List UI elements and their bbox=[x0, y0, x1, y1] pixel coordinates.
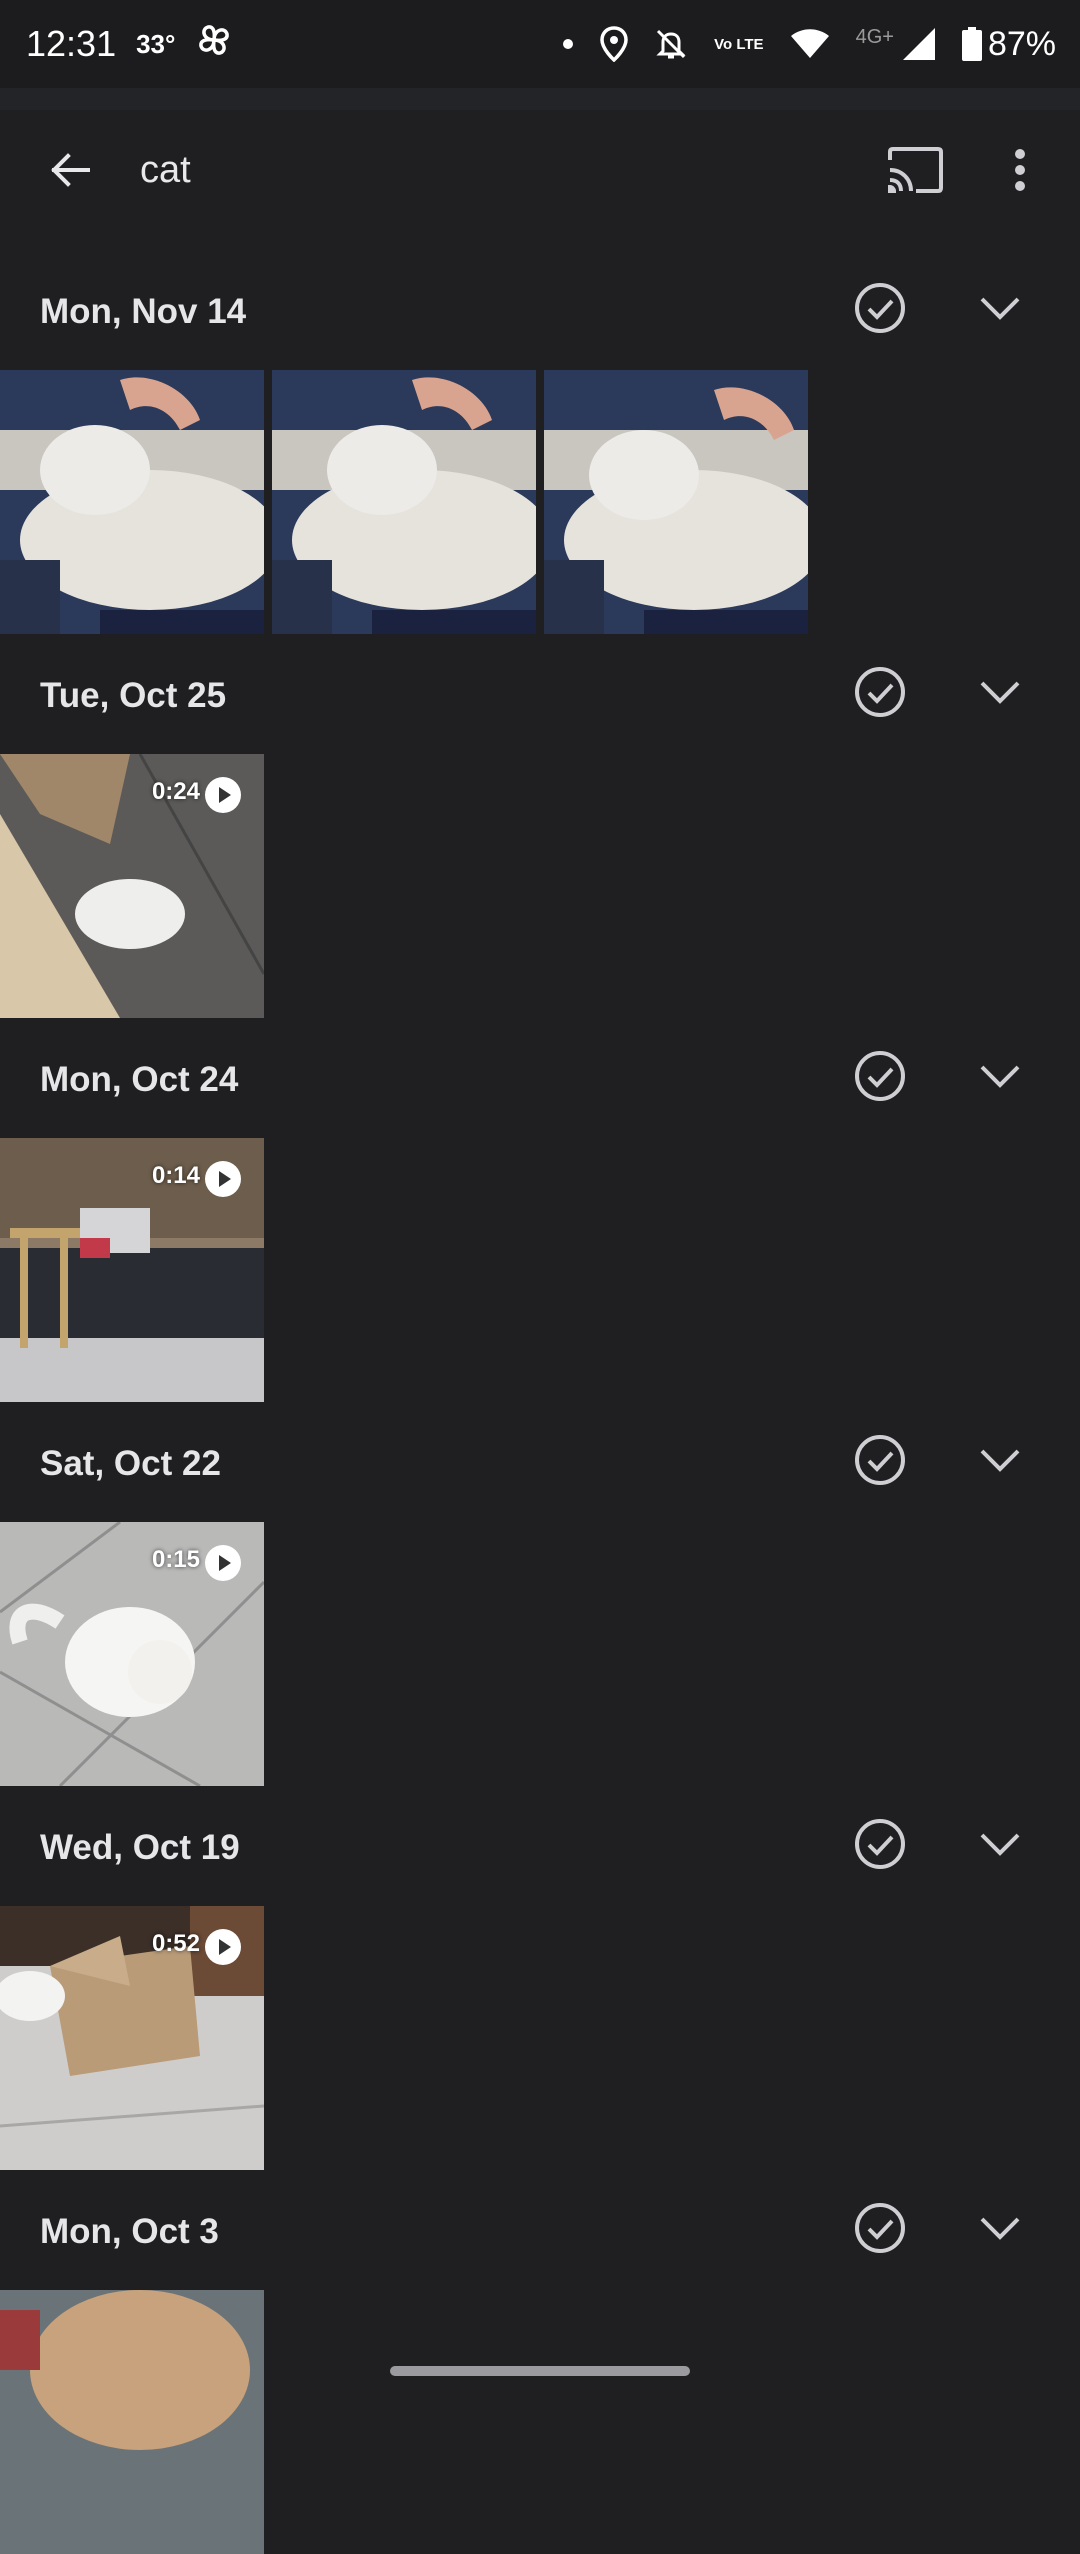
select-all-button[interactable] bbox=[848, 660, 912, 724]
photo-thumbnail[interactable] bbox=[272, 370, 536, 634]
photo-thumbnail[interactable] bbox=[544, 370, 808, 634]
select-all-button[interactable] bbox=[848, 1812, 912, 1876]
alarm-off-icon bbox=[654, 27, 688, 61]
chevron-down-icon bbox=[980, 1449, 1020, 1472]
play-icon bbox=[205, 1929, 241, 1965]
cast-button[interactable] bbox=[880, 140, 950, 200]
collapse-section-button[interactable] bbox=[968, 660, 1032, 724]
video-duration: 0:52 bbox=[151, 1930, 200, 1957]
section-date: Mon, Oct 3 bbox=[40, 2212, 219, 2251]
check-circle-icon bbox=[855, 2203, 905, 2253]
play-icon bbox=[205, 1545, 241, 1581]
check-circle-icon bbox=[855, 1435, 905, 1485]
dot-icon bbox=[562, 38, 574, 50]
battery-icon bbox=[961, 27, 982, 61]
play-icon bbox=[205, 1161, 241, 1197]
battery-percent: 87% bbox=[987, 24, 1056, 63]
video-duration: 0:15 bbox=[151, 1546, 200, 1573]
collapse-section-button[interactable] bbox=[968, 276, 1032, 340]
more-options-button[interactable] bbox=[990, 140, 1050, 200]
check-circle-icon bbox=[855, 1051, 905, 1101]
video-duration: 0:14 bbox=[151, 1162, 200, 1189]
search-query[interactable]: cat bbox=[140, 140, 191, 200]
chevron-down-icon bbox=[980, 1065, 1020, 1088]
select-all-button[interactable] bbox=[848, 276, 912, 340]
status-time: 12:31 bbox=[26, 23, 117, 64]
status-bar: 12:31 33° Vo LTE 4G+ 87% bbox=[0, 0, 1080, 88]
select-all-button[interactable] bbox=[848, 1044, 912, 1108]
chevron-down-icon bbox=[980, 681, 1020, 704]
date-section: Tue, Oct 25 0:24 bbox=[0, 614, 1080, 1018]
select-all-button[interactable] bbox=[848, 2196, 912, 2260]
location-icon bbox=[600, 26, 628, 62]
check-circle-icon bbox=[855, 667, 905, 717]
date-section: Mon, Oct 3 bbox=[0, 2150, 1080, 2554]
section-date: Mon, Oct 24 bbox=[40, 1060, 239, 1099]
search-results: Mon, Nov 14 Tue, Oct 25 0:24 Mon, Oct 24… bbox=[0, 230, 1080, 2554]
photo-thumbnail[interactable] bbox=[0, 370, 264, 634]
chevron-down-icon bbox=[980, 1833, 1020, 1856]
video-thumbnail[interactable]: 0:14 bbox=[0, 1138, 264, 1402]
volte-icon: Vo LTE bbox=[714, 35, 764, 53]
collapse-section-button[interactable] bbox=[968, 1428, 1032, 1492]
play-icon bbox=[205, 777, 241, 813]
status-temperature: 33° bbox=[136, 28, 176, 59]
date-section: Mon, Oct 24 0:14 bbox=[0, 998, 1080, 1402]
cast-icon bbox=[888, 147, 943, 193]
section-date: Wed, Oct 19 bbox=[40, 1828, 240, 1867]
more-vert-icon bbox=[1015, 149, 1025, 191]
home-indicator[interactable] bbox=[390, 2366, 690, 2376]
battery-indicator: 87% bbox=[961, 24, 1056, 64]
date-section: Sat, Oct 22 0:15 bbox=[0, 1382, 1080, 1786]
photo-thumbnail[interactable] bbox=[0, 2290, 264, 2554]
section-date: Sat, Oct 22 bbox=[40, 1444, 221, 1483]
chevron-down-icon bbox=[980, 297, 1020, 320]
section-date: Tue, Oct 25 bbox=[40, 676, 227, 715]
video-duration: 0:24 bbox=[151, 778, 200, 805]
video-thumbnail[interactable]: 0:52 bbox=[0, 1906, 264, 2170]
video-thumbnail[interactable]: 0:24 bbox=[0, 754, 264, 1018]
wifi-icon bbox=[790, 28, 830, 60]
collapse-section-button[interactable] bbox=[968, 2196, 1032, 2260]
search-toolbar: cat bbox=[0, 110, 1080, 230]
back-button[interactable] bbox=[40, 140, 100, 200]
section-date: Mon, Nov 14 bbox=[40, 292, 247, 331]
chevron-down-icon bbox=[980, 2217, 1020, 2240]
arrow-back-icon bbox=[51, 153, 90, 187]
video-thumbnail[interactable]: 0:15 bbox=[0, 1522, 264, 1786]
check-circle-icon bbox=[855, 1819, 905, 1869]
network-type: 4G+ bbox=[855, 25, 894, 48]
select-all-button[interactable] bbox=[848, 1428, 912, 1492]
collapse-section-button[interactable] bbox=[968, 1812, 1032, 1876]
signal-icon bbox=[902, 27, 936, 61]
collapse-section-button[interactable] bbox=[968, 1044, 1032, 1108]
date-section: Wed, Oct 19 0:52 bbox=[0, 1766, 1080, 2170]
check-circle-icon bbox=[855, 283, 905, 333]
fan-icon bbox=[195, 21, 233, 68]
date-section: Mon, Nov 14 bbox=[0, 230, 1080, 634]
status-bar-divider bbox=[0, 88, 1080, 110]
